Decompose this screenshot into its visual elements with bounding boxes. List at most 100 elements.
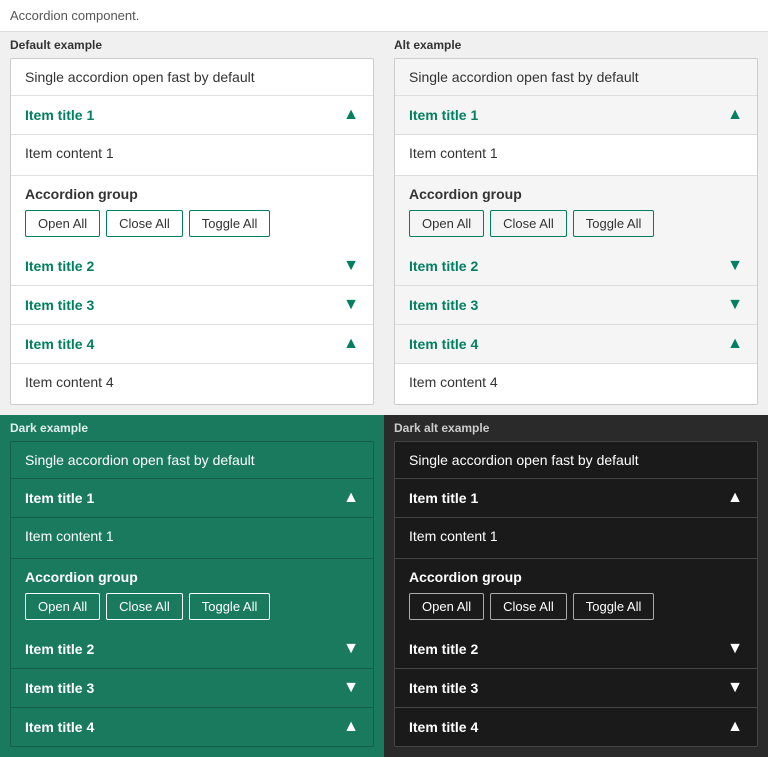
accordion-default-item-1-title[interactable]: Item title 1 xyxy=(25,107,94,123)
accordion-dark-alt-item-3-chevron-down: ▼ xyxy=(727,679,743,697)
accordion-alt-item-1: Item title 1 ▲ Item content 1 xyxy=(395,96,757,176)
accordion-dark-item-3-chevron-down: ▼ xyxy=(343,679,359,697)
accordion-default-item-3-title-row[interactable]: Item title 3 ▼ xyxy=(11,286,373,324)
section-default-label: Default example xyxy=(10,38,374,52)
section-dark: Dark example Single accordion open fast … xyxy=(0,415,384,757)
accordion-alt-banner: Single accordion open fast by default xyxy=(395,59,757,96)
accordion-dark-item-3: Item title 3 ▼ xyxy=(11,669,373,708)
accordion-dark-alt-item-1-content: Item content 1 xyxy=(395,517,757,558)
accordion-dark-toggle-all-button[interactable]: Toggle All xyxy=(189,593,271,620)
accordion-alt-item-2-title-row[interactable]: Item title 2 ▼ xyxy=(395,247,757,285)
accordion-alt-item-4-title[interactable]: Item title 4 xyxy=(409,336,478,352)
accordion-dark-item-1-title[interactable]: Item title 1 xyxy=(25,490,94,506)
accordion-default-banner: Single accordion open fast by default xyxy=(11,59,373,96)
accordion-alt-item-4: Item title 4 ▲ Item content 4 xyxy=(395,325,757,404)
accordion-dark-close-all-button[interactable]: Close All xyxy=(106,593,183,620)
accordion-dark-alt-item-2-title[interactable]: Item title 2 xyxy=(409,641,478,657)
accordion-default-item-4-title[interactable]: Item title 4 xyxy=(25,336,94,352)
accordion-default-item-4: Item title 4 ▲ Item content 4 xyxy=(11,325,373,404)
section-dark-label: Dark example xyxy=(10,421,374,435)
page-description: Accordion component. xyxy=(0,0,768,32)
accordion-dark-alt-toggle-all-button[interactable]: Toggle All xyxy=(573,593,655,620)
accordion-dark-alt-group-buttons: Open All Close All Toggle All xyxy=(395,589,757,630)
accordion-dark-group-buttons: Open All Close All Toggle All xyxy=(11,589,373,630)
accordion-alt-group-label: Accordion group xyxy=(395,176,757,206)
accordion-dark-item-1-content: Item content 1 xyxy=(11,517,373,558)
accordion-dark-alt-open-all-button[interactable]: Open All xyxy=(409,593,484,620)
accordion-dark-banner: Single accordion open fast by default xyxy=(11,442,373,479)
accordion-alt-item-4-title-row[interactable]: Item title 4 ▲ xyxy=(395,325,757,363)
accordion-dark-alt-item-4-title[interactable]: Item title 4 xyxy=(409,719,478,735)
accordion-alt-item-3-title-row[interactable]: Item title 3 ▼ xyxy=(395,286,757,324)
accordion-default-item-1-chevron-up: ▲ xyxy=(343,106,359,124)
section-alt: Alt example Single accordion open fast b… xyxy=(384,32,768,415)
accordion-default-item-2-title[interactable]: Item title 2 xyxy=(25,258,94,274)
accordion-default-item-4-title-row[interactable]: Item title 4 ▲ xyxy=(11,325,373,363)
accordion-dark-item-2: Item title 2 ▼ xyxy=(11,630,373,669)
accordion-dark-alt-item-2-title-row[interactable]: Item title 2 ▼ xyxy=(395,630,757,668)
accordion-default-item-3-chevron-down: ▼ xyxy=(343,296,359,314)
accordion-dark-alt-item-3: Item title 3 ▼ xyxy=(395,669,757,708)
accordion-dark-item-1-chevron-up: ▲ xyxy=(343,489,359,507)
accordion-alt-item-1-title[interactable]: Item title 1 xyxy=(409,107,478,123)
accordion-default-group-buttons: Open All Close All Toggle All xyxy=(11,206,373,247)
accordion-dark-alt-banner: Single accordion open fast by default xyxy=(395,442,757,479)
accordion-default-item-4-content: Item content 4 xyxy=(11,363,373,404)
accordion-dark-alt-group-label: Accordion group xyxy=(395,559,757,589)
accordion-alt-toggle-all-button[interactable]: Toggle All xyxy=(573,210,655,237)
accordion-default-item-1: Item title 1 ▲ Item content 1 xyxy=(11,96,373,176)
section-default: Default example Single accordion open fa… xyxy=(0,32,384,415)
accordion-dark-alt-item-2-chevron-down: ▼ xyxy=(727,640,743,658)
accordion-default-open-all-button[interactable]: Open All xyxy=(25,210,100,237)
accordion-alt-item-3-title[interactable]: Item title 3 xyxy=(409,297,478,313)
accordion-alt-item-1-chevron-up: ▲ xyxy=(727,106,743,124)
accordion-alt-close-all-button[interactable]: Close All xyxy=(490,210,567,237)
accordion-alt-item-2-title[interactable]: Item title 2 xyxy=(409,258,478,274)
accordion-dark-item-3-title[interactable]: Item title 3 xyxy=(25,680,94,696)
accordion-dark-alt-item-4: Item title 4 ▲ xyxy=(395,708,757,746)
accordion-dark-group-label: Accordion group xyxy=(11,559,373,589)
accordion-default: Single accordion open fast by default It… xyxy=(10,58,374,405)
accordion-dark-item-1: Item title 1 ▲ Item content 1 xyxy=(11,479,373,559)
accordion-dark-item-3-title-row[interactable]: Item title 3 ▼ xyxy=(11,669,373,707)
accordion-default-toggle-all-button[interactable]: Toggle All xyxy=(189,210,271,237)
accordion-dark-item-2-title-row[interactable]: Item title 2 ▼ xyxy=(11,630,373,668)
accordion-dark-alt-item-1-chevron-up: ▲ xyxy=(727,489,743,507)
accordion-alt-item-2: Item title 2 ▼ xyxy=(395,247,757,286)
accordion-dark-item-4-title[interactable]: Item title 4 xyxy=(25,719,94,735)
accordion-default-group-label: Accordion group xyxy=(11,176,373,206)
accordion-alt-group-buttons: Open All Close All Toggle All xyxy=(395,206,757,247)
accordion-alt-item-1-content: Item content 1 xyxy=(395,134,757,175)
accordion-alt: Single accordion open fast by default It… xyxy=(394,58,758,405)
accordion-default-item-1-title-row[interactable]: Item title 1 ▲ xyxy=(11,96,373,134)
section-dark-alt-label: Dark alt example xyxy=(394,421,758,435)
accordion-default-item-2-chevron-down: ▼ xyxy=(343,257,359,275)
accordion-dark-alt-item-3-title-row[interactable]: Item title 3 ▼ xyxy=(395,669,757,707)
accordion-dark-alt-item-4-title-row[interactable]: Item title 4 ▲ xyxy=(395,708,757,746)
accordion-alt-open-all-button[interactable]: Open All xyxy=(409,210,484,237)
accordion-dark-alt: Single accordion open fast by default It… xyxy=(394,441,758,747)
accordion-default-item-2: Item title 2 ▼ xyxy=(11,247,373,286)
accordion-dark-item-4-chevron-up: ▲ xyxy=(343,718,359,736)
accordion-default-item-1-content: Item content 1 xyxy=(11,134,373,175)
accordion-dark-alt-item-4-chevron-up: ▲ xyxy=(727,718,743,736)
accordion-alt-item-1-title-row[interactable]: Item title 1 ▲ xyxy=(395,96,757,134)
accordion-dark-item-1-title-row[interactable]: Item title 1 ▲ xyxy=(11,479,373,517)
accordion-alt-item-2-chevron-down: ▼ xyxy=(727,257,743,275)
accordion-alt-item-3: Item title 3 ▼ xyxy=(395,286,757,325)
accordion-dark-alt-item-1-title-row[interactable]: Item title 1 ▲ xyxy=(395,479,757,517)
accordion-dark-item-2-chevron-down: ▼ xyxy=(343,640,359,658)
accordion-dark-item-4-title-row[interactable]: Item title 4 ▲ xyxy=(11,708,373,746)
accordion-dark-alt-item-1: Item title 1 ▲ Item content 1 xyxy=(395,479,757,559)
accordion-dark-alt-item-3-title[interactable]: Item title 3 xyxy=(409,680,478,696)
accordion-dark: Single accordion open fast by default It… xyxy=(10,441,374,747)
accordion-dark-alt-close-all-button[interactable]: Close All xyxy=(490,593,567,620)
accordion-dark-item-2-title[interactable]: Item title 2 xyxy=(25,641,94,657)
accordion-dark-alt-item-2: Item title 2 ▼ xyxy=(395,630,757,669)
accordion-default-item-3-title[interactable]: Item title 3 xyxy=(25,297,94,313)
accordion-dark-alt-item-1-title[interactable]: Item title 1 xyxy=(409,490,478,506)
accordion-default-close-all-button[interactable]: Close All xyxy=(106,210,183,237)
accordion-dark-open-all-button[interactable]: Open All xyxy=(25,593,100,620)
accordion-alt-item-3-chevron-down: ▼ xyxy=(727,296,743,314)
accordion-default-item-2-title-row[interactable]: Item title 2 ▼ xyxy=(11,247,373,285)
